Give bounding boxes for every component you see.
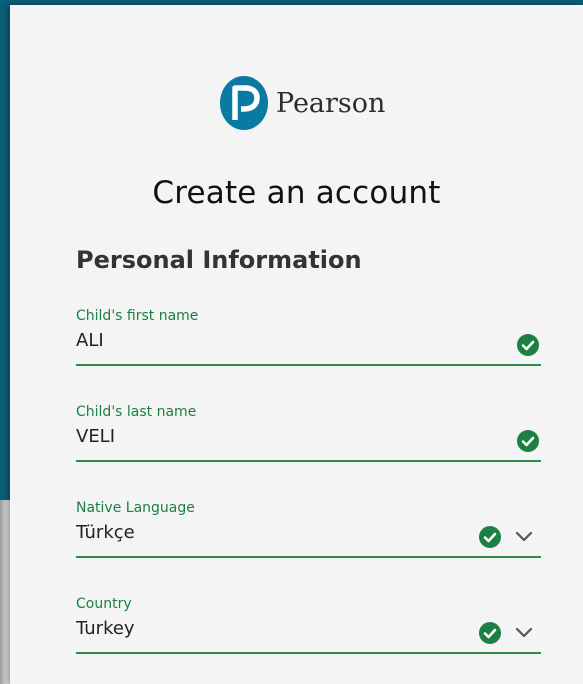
signup-card: Pearson Create an account Personal Infor…: [10, 5, 583, 684]
page-title: Create an account: [152, 175, 441, 211]
country-value[interactable]: Turkey: [76, 618, 135, 639]
country-select[interactable]: Country Turkey: [76, 596, 541, 654]
check-circle-icon: [479, 526, 501, 548]
native-language-select[interactable]: Native Language Türkçe: [76, 500, 541, 558]
pearson-logo: Pearson: [220, 74, 385, 132]
first-name-value[interactable]: ALI: [76, 330, 104, 351]
native-language-label: Native Language: [76, 500, 195, 516]
check-circle-icon: [517, 334, 539, 356]
native-language-value[interactable]: Türkçe: [76, 522, 135, 543]
chevron-down-icon[interactable]: [515, 624, 533, 640]
check-circle-icon: [517, 430, 539, 452]
brand-name: Pearson: [276, 87, 386, 119]
first-name-field[interactable]: Child's first name ALI: [76, 308, 541, 366]
country-label: Country: [76, 596, 132, 612]
last-name-value[interactable]: VELI: [76, 426, 115, 447]
pearson-logo-icon: [220, 76, 268, 130]
chevron-down-icon[interactable]: [515, 528, 533, 544]
first-name-label: Child's first name: [76, 308, 199, 324]
check-circle-icon: [479, 622, 501, 644]
last-name-label: Child's last name: [76, 404, 197, 420]
last-name-field[interactable]: Child's last name VELI: [76, 404, 541, 462]
section-heading: Personal Information: [76, 246, 362, 274]
